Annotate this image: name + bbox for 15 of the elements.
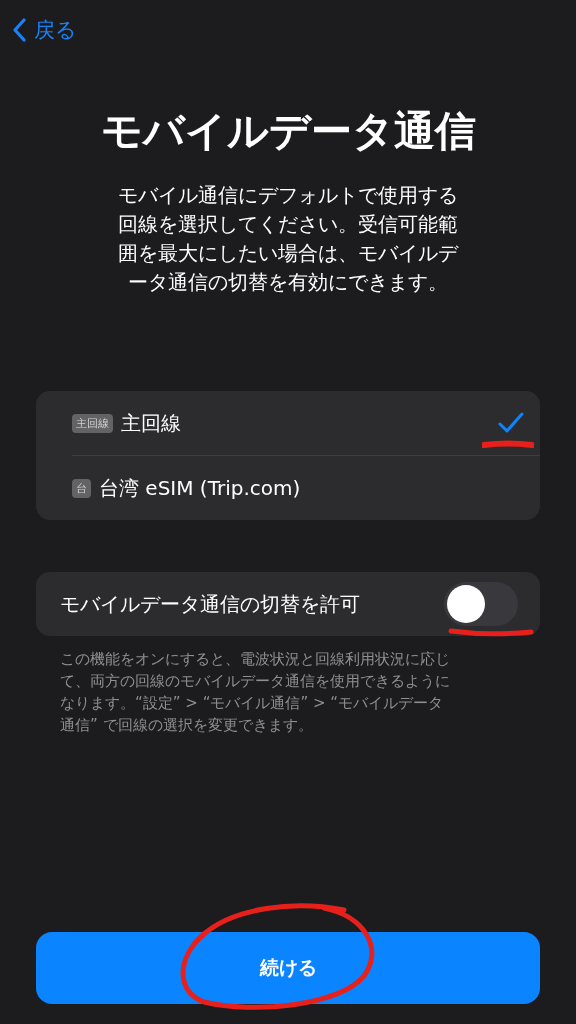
- footnote-text: この機能をオンにすると、電波状況と回線利用状況に応じて、両方の回線のモバイルデータ通信を使用できるようになります。“設定” > “モバイル通信” > “モバイルデータ通信” で回線の選択を変更できます。: [60, 649, 451, 736]
- line-option[interactable]: 主回線 主回線: [36, 391, 540, 455]
- switch-label: モバイルデータ通信の切替を許可: [60, 590, 361, 618]
- continue-button[interactable]: 続ける: [36, 932, 540, 1004]
- back-button[interactable]: 戻る: [12, 16, 77, 44]
- page-title: モバイルデータ通信: [99, 106, 477, 157]
- switching-toggle[interactable]: [444, 582, 518, 626]
- line-label: 台湾 eSIM (Trip.com): [99, 474, 302, 502]
- line-badge: 主回線: [72, 413, 113, 433]
- description-text: モバイル通信にデフォルトで使用する回線を選択してください。受信可能範囲を最大にしたい場合は、モバイルデータ通信の切替を有効にできます。: [117, 182, 459, 296]
- line-badge: 台: [72, 478, 91, 498]
- line-option[interactable]: 台 台湾 eSIM (Trip.com): [72, 455, 540, 520]
- line-label: 主回線: [121, 409, 182, 437]
- chevron-left-icon: [12, 18, 26, 42]
- checkmark-icon: [498, 412, 524, 434]
